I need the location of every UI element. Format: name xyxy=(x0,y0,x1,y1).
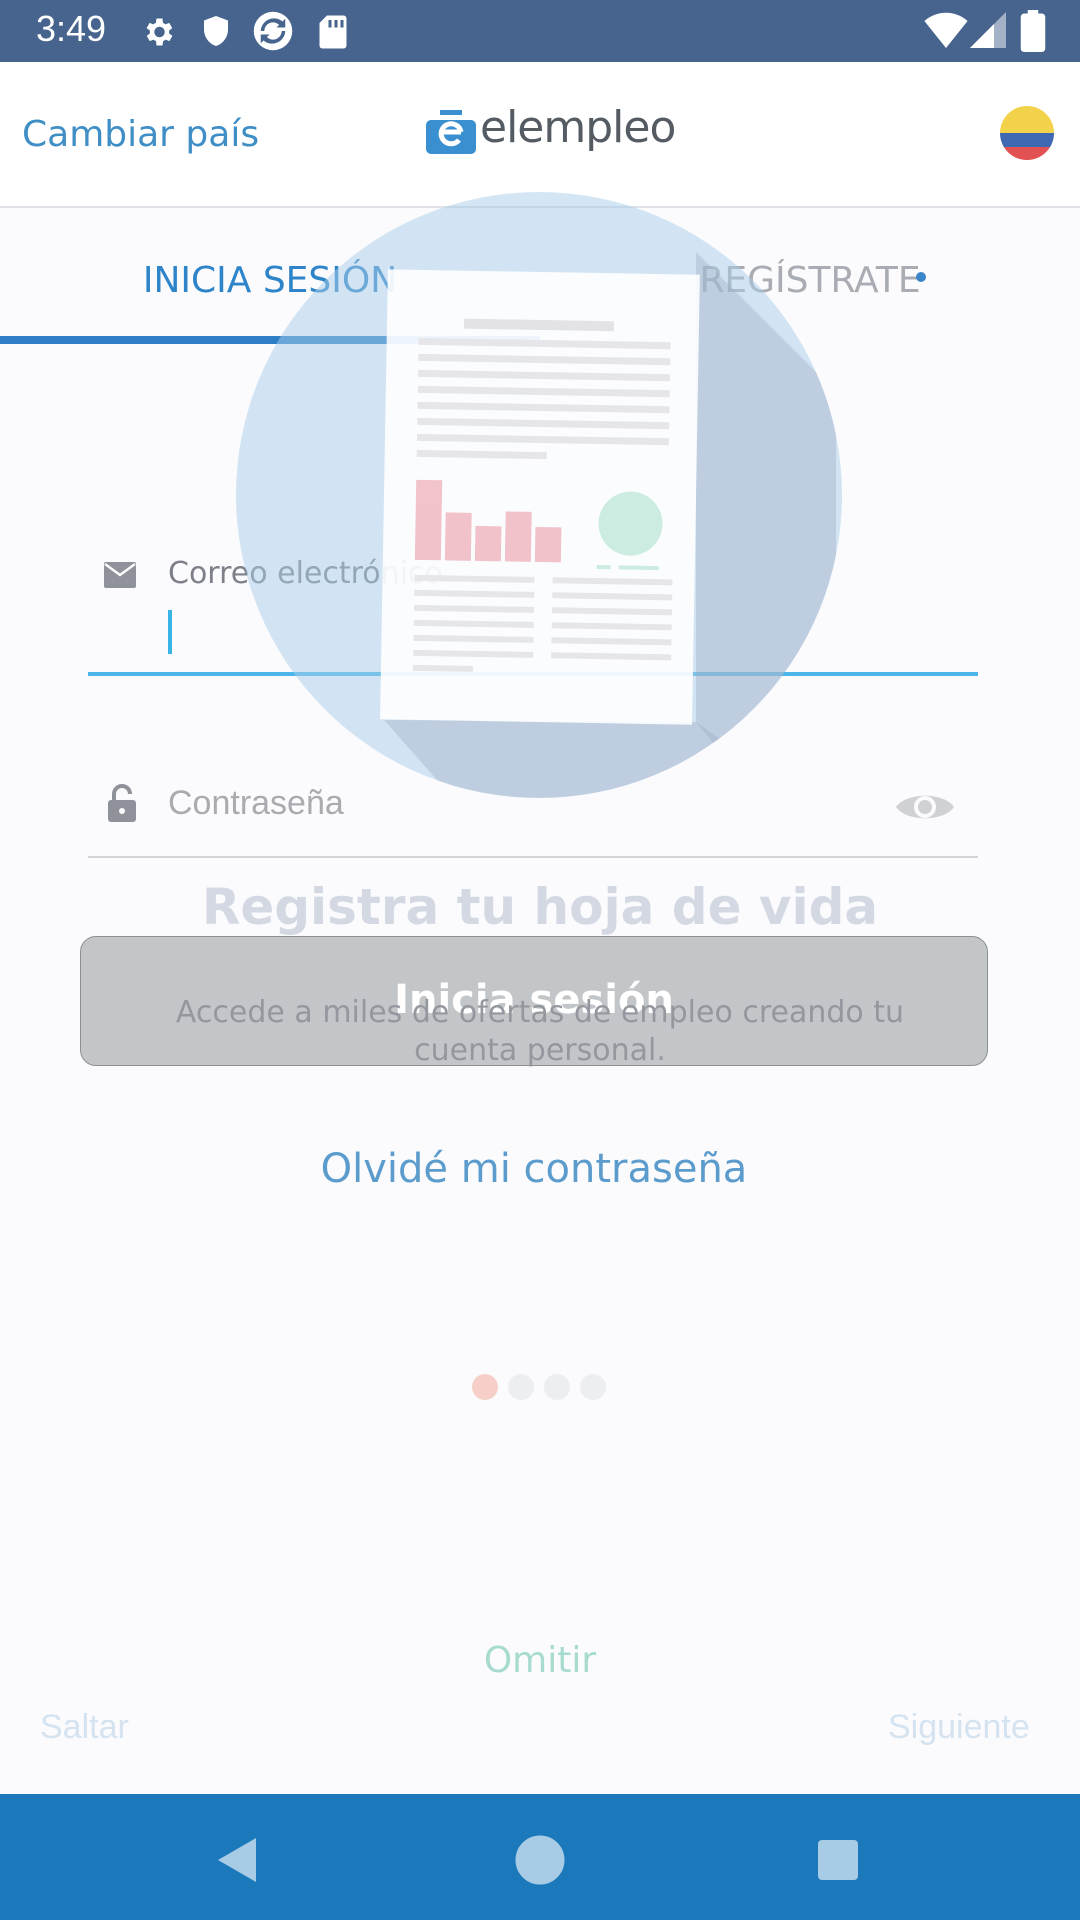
page-dot[interactable] xyxy=(544,1374,570,1400)
eye-icon[interactable] xyxy=(894,786,956,828)
wifi-icon xyxy=(924,12,968,48)
app-header: Cambiar país elempleo xyxy=(0,62,1080,208)
status-time: 3:49 xyxy=(36,8,107,49)
shield-icon xyxy=(204,16,228,46)
tab-notification-dot xyxy=(916,272,926,282)
battery-icon xyxy=(1020,10,1046,52)
home-icon[interactable] xyxy=(514,1834,566,1886)
sync-icon xyxy=(253,11,293,51)
skip-button[interactable]: Omitir xyxy=(0,1640,1080,1681)
onboarding-title: Registra tu hoja de vida xyxy=(201,878,879,936)
signal-icon xyxy=(970,12,1006,48)
page-dot[interactable] xyxy=(508,1374,534,1400)
back-icon[interactable] xyxy=(216,1836,258,1884)
change-country-link[interactable]: Cambiar país xyxy=(22,114,259,155)
lock-icon xyxy=(108,784,136,822)
onboarding-description: Accede a miles de ofertas de empleo crea… xyxy=(175,995,905,1068)
next-button[interactable]: Siguiente xyxy=(888,1708,1030,1747)
page-dot[interactable] xyxy=(580,1374,606,1400)
page-dot-active[interactable] xyxy=(472,1374,498,1400)
logo-text: elempleo xyxy=(480,102,676,153)
navigation-bar xyxy=(0,1794,1080,1920)
logo-icon xyxy=(426,110,476,154)
saltar-button[interactable]: Saltar xyxy=(40,1708,129,1747)
resume-illustration xyxy=(236,192,842,798)
forgot-password-link[interactable]: Olvidé mi contraseña xyxy=(0,1146,1068,1192)
status-bar: 3:49 xyxy=(0,0,1080,62)
recents-icon[interactable] xyxy=(816,1838,860,1882)
settings-icon xyxy=(146,18,173,46)
mail-icon xyxy=(104,562,136,588)
country-flag-button[interactable] xyxy=(1000,106,1054,160)
sd-card-icon xyxy=(319,15,347,49)
password-underline xyxy=(88,856,978,858)
